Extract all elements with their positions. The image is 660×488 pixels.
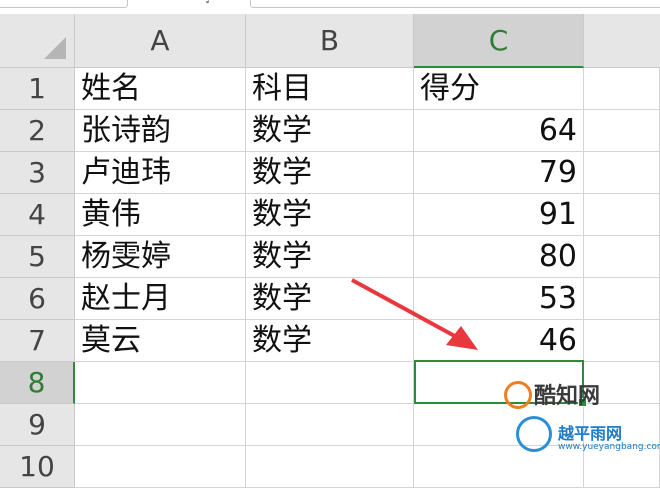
watermark-url: www.yueyangbang.com (558, 442, 660, 452)
watermark-logo: 酷知网 (500, 378, 660, 412)
watermark-text-2: 越平雨网 (558, 424, 623, 443)
watermark-text: 酷知网 (534, 384, 601, 409)
watermark-logo-2: 越平雨网 www.yueyangbang.com (512, 412, 660, 460)
watermark-circle-icon (504, 381, 532, 409)
watermark-wifi-icon (516, 416, 552, 452)
